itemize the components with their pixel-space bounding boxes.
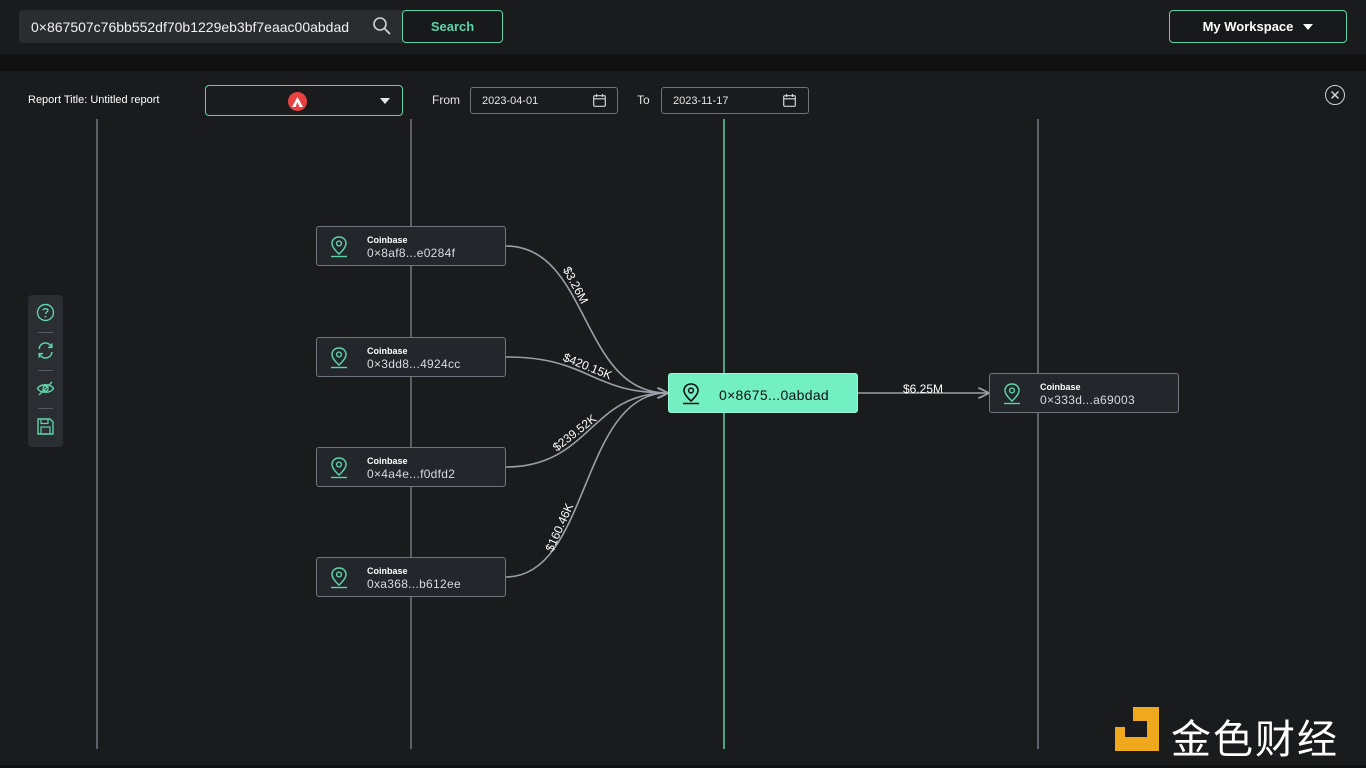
search-input[interactable] <box>19 10 403 43</box>
report-panel: $3.26M $420.15K $239.52K $160.46K $6.25M… <box>0 71 1366 765</box>
help-icon[interactable] <box>36 303 55 322</box>
location-pin-icon <box>331 457 347 479</box>
focus-address-node[interactable]: 0×8675...0abdad <box>668 373 858 413</box>
watermark-text: 金色财经 <box>1171 717 1339 763</box>
node-address: 0×3dd8...4924cc <box>367 357 461 371</box>
search-button[interactable]: Search <box>402 10 503 43</box>
refresh-icon[interactable] <box>36 341 55 360</box>
focus-address: 0×8675...0abdad <box>719 387 829 403</box>
source-node[interactable]: Coinbase 0×8af8...e0284f <box>316 226 506 266</box>
report-title: Report Title: Untitled report <box>28 94 160 106</box>
target-node[interactable]: Coinbase 0×333d...a69003 <box>989 373 1179 413</box>
location-pin-icon <box>1004 383 1020 405</box>
edge-amount-label: $160.46K <box>542 501 576 554</box>
calendar-icon[interactable] <box>593 94 606 107</box>
location-pin-icon <box>331 347 347 369</box>
toolbar-divider <box>38 408 53 409</box>
node-exchange-label: Coinbase <box>367 566 408 576</box>
node-exchange-label: Coinbase <box>367 456 408 466</box>
save-icon[interactable] <box>36 417 55 436</box>
node-address: 0xa368...b612ee <box>367 577 461 591</box>
calendar-icon[interactable] <box>783 94 796 107</box>
node-exchange-label: Coinbase <box>1040 382 1081 392</box>
location-pin-icon <box>683 383 699 405</box>
hide-icon[interactable] <box>36 379 55 398</box>
search-box <box>19 10 403 43</box>
location-pin-icon <box>331 567 347 589</box>
flow-graph: $3.26M $420.15K $239.52K $160.46K $6.25M <box>96 119 1039 749</box>
location-pin-icon <box>331 236 347 258</box>
toolbar-divider <box>38 332 53 333</box>
node-address: 0×4a4e...f0dfd2 <box>367 467 456 481</box>
source-node[interactable]: Coinbase 0×4a4e...f0dfd2 <box>316 447 506 487</box>
edge-amount-label: $6.25M <box>903 382 943 396</box>
search-icon[interactable] <box>372 16 392 36</box>
workspace-label: My Workspace <box>1202 19 1294 34</box>
search-button-label: Search <box>430 19 475 34</box>
graph-toolbar <box>28 295 63 447</box>
watermark: 金色财经 <box>1113 705 1358 763</box>
source-node[interactable]: Coinbase 0×3dd8...4924cc <box>316 337 506 377</box>
source-node[interactable]: Coinbase 0xa368...b612ee <box>316 557 506 597</box>
workspace-dropdown[interactable]: My Workspace <box>1169 10 1347 43</box>
toolbar-divider <box>38 370 53 371</box>
top-bar: Search My Workspace <box>0 0 1366 54</box>
close-report-button[interactable] <box>1325 85 1345 105</box>
caret-down-icon <box>380 98 390 104</box>
from-label: From <box>432 93 460 107</box>
watermark-logo-icon <box>1115 707 1159 751</box>
caret-down-icon <box>1303 23 1314 30</box>
node-address: 0×333d...a69003 <box>1040 393 1135 407</box>
chain-select[interactable] <box>205 85 403 116</box>
close-icon <box>1330 90 1340 100</box>
edge-amount-label: $239.52K <box>550 412 599 455</box>
edge-amount-label: $3.26M <box>560 264 591 306</box>
to-label: To <box>637 93 650 107</box>
node-address: 0×8af8...e0284f <box>367 246 456 260</box>
node-exchange-label: Coinbase <box>367 346 408 356</box>
node-exchange-label: Coinbase <box>367 235 408 245</box>
avalanche-logo-icon <box>288 92 307 111</box>
